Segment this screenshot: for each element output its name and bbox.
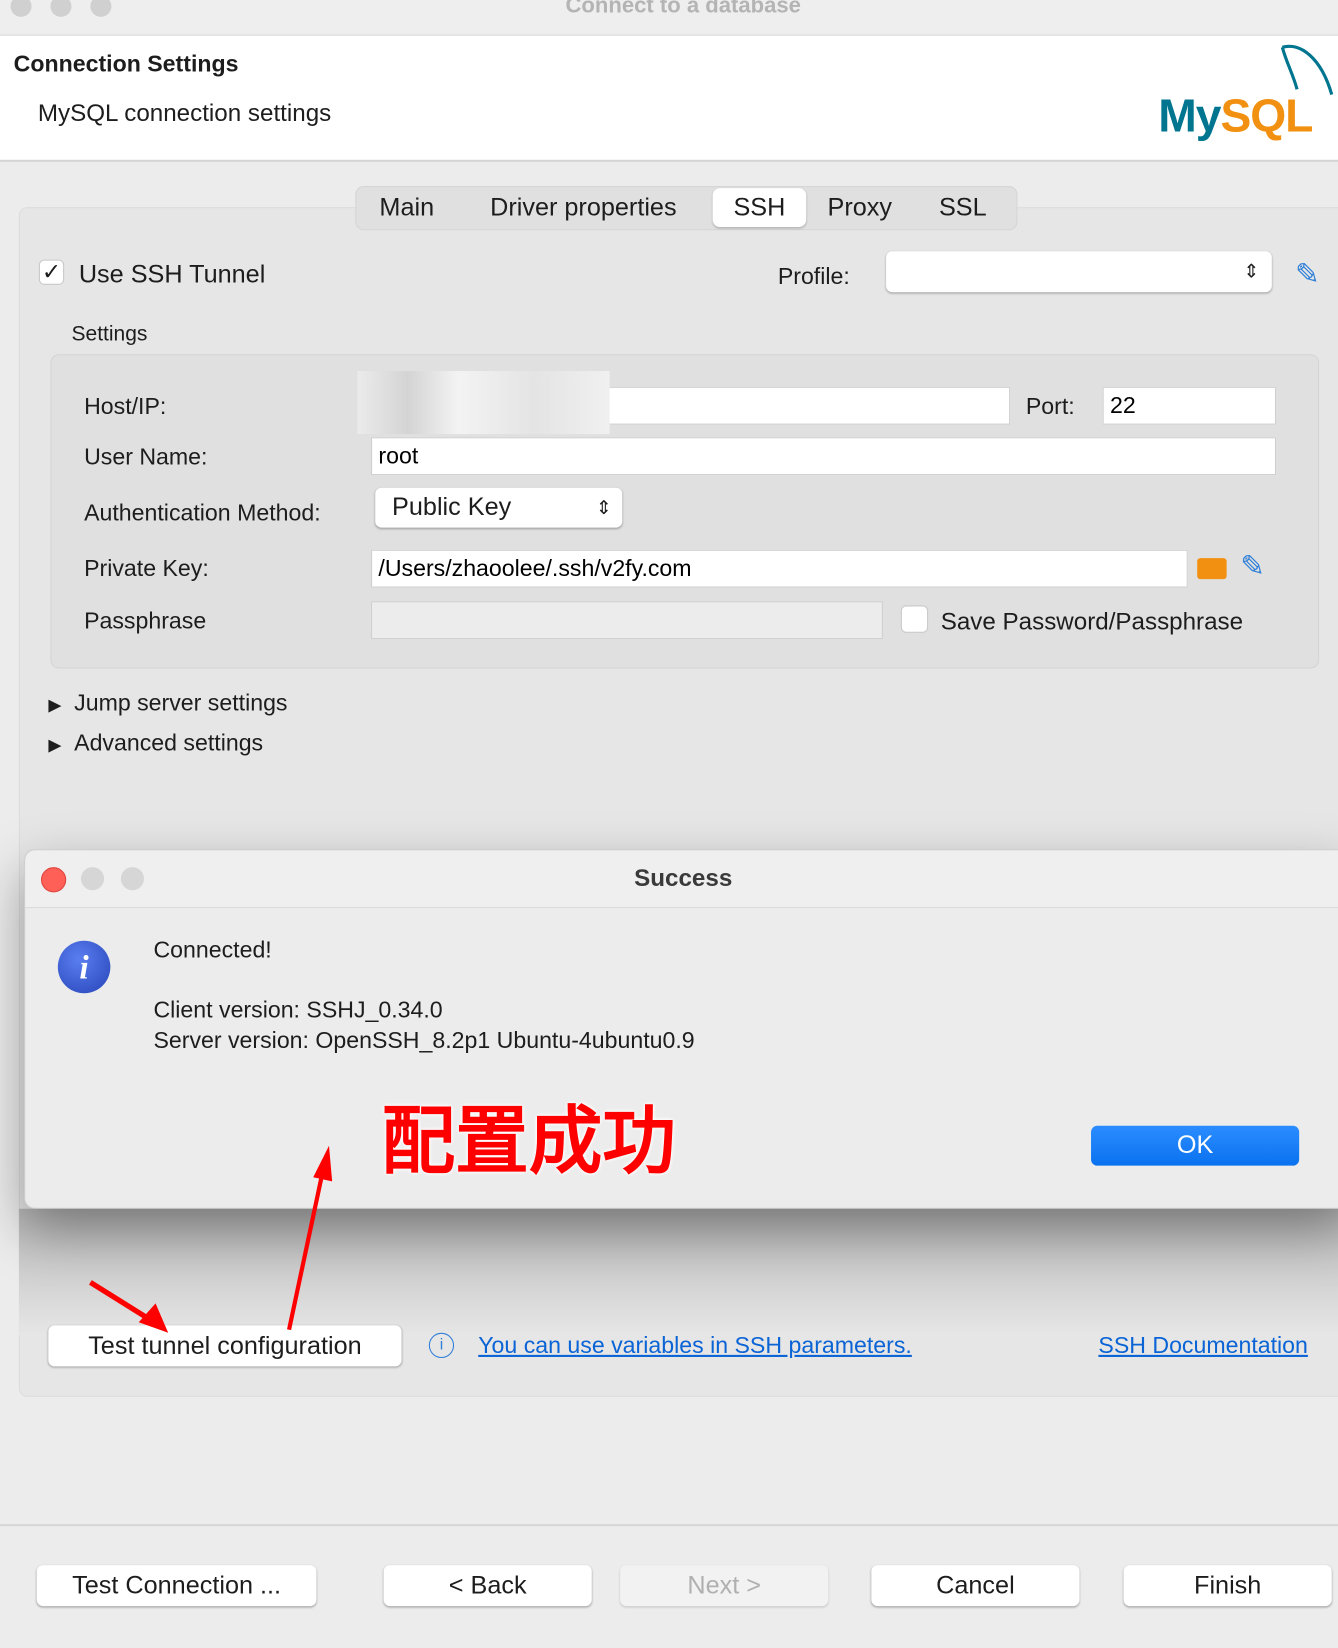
use-ssh-tunnel-checkbox[interactable]: ✓	[38, 258, 65, 285]
annotation-text: 配置成功	[381, 1100, 676, 1183]
page-subtitle: MySQL connection settings	[37, 98, 332, 127]
variables-link[interactable]: You can use variables in SSH parameters.	[478, 1332, 912, 1359]
passphrase-input[interactable]	[371, 601, 883, 640]
next-button[interactable]: Next >	[620, 1565, 829, 1607]
tab-driver-properties[interactable]: Driver properties	[461, 187, 705, 229]
client-version: Client version: SSHJ_0.34.0	[153, 996, 443, 1023]
disclosure-triangle-icon: ▶	[48, 696, 62, 715]
port-label: Port:	[1025, 393, 1075, 420]
tab-bar: Main Driver properties SSH Proxy SSL	[355, 186, 1018, 231]
footer-divider	[0, 1524, 1338, 1527]
tab-ssl[interactable]: SSL	[916, 187, 1011, 229]
updown-chevron-icon: ⇕	[595, 497, 612, 519]
private-key-label: Private Key:	[84, 554, 209, 582]
info-icon: i	[428, 1332, 455, 1359]
tab-main[interactable]: Main	[361, 187, 453, 229]
dialog-shadow	[18, 1208, 1338, 1335]
ok-button[interactable]: OK	[1091, 1125, 1300, 1166]
server-version: Server version: OpenSSH_8.2p1 Ubuntu-4ub…	[153, 1026, 695, 1054]
updown-chevron-icon: ⇕	[1243, 260, 1260, 282]
dialog-message: Connected!	[153, 936, 272, 963]
folder-icon[interactable]	[1197, 558, 1227, 580]
tab-proxy[interactable]: Proxy	[815, 187, 905, 229]
window-title: Connect to a database	[565, 0, 801, 18]
test-connection-button[interactable]: Test Connection ...	[36, 1565, 317, 1607]
use-ssh-tunnel-label: Use SSH Tunnel	[78, 260, 266, 290]
window-titlebar: Connect to a database	[0, 0, 1338, 36]
settings-label: Settings	[71, 322, 148, 346]
host-label: Host/IP:	[84, 393, 167, 420]
advanced-settings-toggle[interactable]: ▶ Advanced settings	[48, 729, 263, 756]
private-key-input[interactable]	[371, 549, 1188, 588]
save-password-label: Save Password/Passphrase	[940, 607, 1244, 635]
finish-button[interactable]: Finish	[1123, 1565, 1332, 1607]
save-password-checkbox[interactable]	[900, 605, 929, 633]
ssh-documentation-link[interactable]: SSH Documentation	[1098, 1332, 1308, 1359]
jump-server-toggle[interactable]: ▶ Jump server settings	[48, 690, 287, 717]
checkmark-icon: ✓	[41, 258, 62, 285]
passphrase-label: Passphrase	[84, 607, 207, 634]
info-icon: i	[57, 940, 111, 994]
edit-profile-pencil-icon[interactable]: ✎	[1295, 256, 1320, 291]
redacted-host-mosaic	[357, 371, 610, 435]
dolphin-icon	[1280, 44, 1334, 96]
success-dialog: Success i Connected! Client version: SSH…	[24, 849, 1338, 1209]
cancel-button[interactable]: Cancel	[871, 1565, 1080, 1607]
user-name-label: User Name:	[84, 443, 208, 470]
dialog-title: Success	[634, 864, 733, 892]
test-tunnel-button[interactable]: Test tunnel configuration	[48, 1325, 402, 1367]
page-title: Connection Settings	[13, 50, 239, 77]
disclosure-triangle-icon: ▶	[48, 736, 62, 755]
edit-key-pencil-icon[interactable]: ✎	[1240, 549, 1265, 584]
header: Connection Settings MySQL connection set…	[0, 35, 1338, 162]
dialog-titlebar: Success	[25, 850, 1338, 909]
tab-ssh[interactable]: SSH	[712, 188, 807, 228]
auth-method-select[interactable]: Public Key ⇕	[375, 487, 623, 528]
back-button[interactable]: < Back	[383, 1565, 592, 1607]
profile-label: Profile:	[777, 262, 850, 290]
port-input[interactable]	[1102, 386, 1277, 425]
profile-select[interactable]: ⇕	[886, 251, 1272, 293]
user-name-input[interactable]	[371, 437, 1277, 476]
auth-method-label: Authentication Method:	[84, 499, 321, 526]
